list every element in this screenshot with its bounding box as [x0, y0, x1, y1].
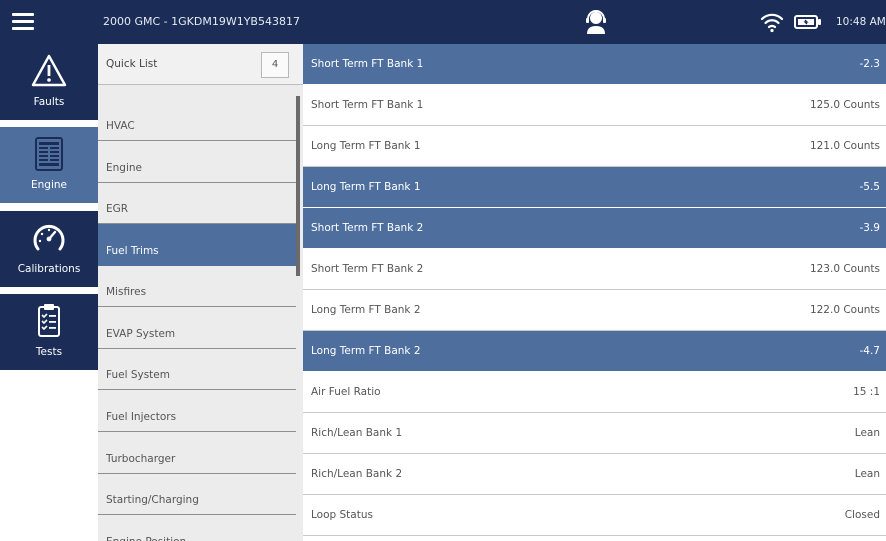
category-item-egr[interactable]: EGR [98, 182, 296, 224]
nav-calibrations[interactable]: Calibrations [0, 211, 98, 289]
parameter-row[interactable]: Short Term FT Bank 1 125.0 Counts [303, 85, 886, 126]
parameter-row[interactable]: Long Term FT Bank 2 122.0 Counts [303, 290, 886, 331]
parameter-value: -5.5 [859, 181, 881, 193]
gauge-icon [33, 224, 65, 251]
category-item-fuel-injectors[interactable]: Fuel Injectors [98, 390, 296, 432]
parameter-value: -2.3 [859, 58, 881, 70]
quick-list[interactable]: Quick List 4 [98, 44, 303, 85]
category-item-evap-system[interactable]: EVAP System [98, 307, 296, 349]
parameter-value: -4.7 [859, 345, 881, 357]
category-item-fuel-trims[interactable]: Fuel Trims [98, 224, 296, 266]
parameter-row[interactable]: Long Term FT Bank 1 -5.5 [303, 167, 886, 208]
nav-label: Faults [33, 96, 65, 108]
parameter-name: Long Term FT Bank 1 [311, 140, 421, 152]
parameter-value: Lean [854, 427, 880, 439]
parameter-value: 15 :1 [853, 386, 880, 398]
category-item-turbocharger[interactable]: Turbocharger [98, 432, 296, 474]
headset-agent-icon[interactable] [583, 9, 609, 35]
parameter-name: Short Term FT Bank 2 [311, 263, 424, 275]
nav-label: Tests [35, 346, 63, 358]
parameter-value: Lean [854, 468, 880, 480]
parameter-name: Rich/Lean Bank 2 [311, 468, 403, 480]
clipboard-checklist-icon [38, 304, 60, 337]
parameter-name: Short Term FT Bank 1 [311, 58, 424, 70]
parameter-row[interactable]: Long Term FT Bank 1 121.0 Counts [303, 126, 886, 167]
parameter-value: Closed [844, 509, 880, 521]
wifi-icon [760, 13, 784, 33]
parameter-row[interactable]: Short Term FT Bank 2 123.0 Counts [303, 249, 886, 290]
parameter-row[interactable]: Long Term FT Bank 2 -4.7 [303, 331, 886, 372]
quick-list-count-button[interactable]: 4 [261, 52, 289, 78]
quick-list-label: Quick List [106, 58, 158, 70]
nav-faults[interactable]: Faults [0, 44, 98, 122]
hamburger-menu-icon[interactable] [10, 9, 36, 35]
parameter-value: 121.0 Counts [809, 140, 880, 152]
parameter-name: Long Term FT Bank 2 [311, 304, 421, 316]
parameter-row[interactable]: Rich/Lean Bank 1 Lean [303, 413, 886, 454]
category-item-engine-position[interactable]: Engine Position [98, 515, 296, 541]
nav-label: Engine [31, 179, 67, 191]
parameter-value: 122.0 Counts [809, 304, 880, 316]
parameter-name: Short Term FT Bank 1 [311, 99, 424, 111]
category-item-hvac[interactable]: HVAC [98, 99, 296, 141]
warning-triangle-icon [31, 54, 67, 87]
parameter-row[interactable]: Short Term FT Bank 1 -2.3 [303, 44, 886, 85]
nav-label: Calibrations [17, 263, 81, 275]
main-nav: Faults Engine Calibrations Tests [0, 44, 98, 541]
parameter-value: -3.9 [859, 222, 881, 234]
parameter-name: Short Term FT Bank 2 [311, 222, 424, 234]
parameter-row[interactable]: Rich/Lean Bank 2 Lean [303, 454, 886, 495]
category-item-engine[interactable]: Engine [98, 141, 296, 183]
parameter-name: Long Term FT Bank 2 [311, 345, 421, 357]
clock: 10:48 AM [836, 16, 886, 28]
parameter-name: Long Term FT Bank 1 [311, 181, 421, 193]
category-item-fuel-system[interactable]: Fuel System [98, 348, 296, 390]
category-list: Quick List 4 HVAC Engine EGR Fuel Trims … [98, 44, 303, 541]
parameter-value: 125.0 Counts [809, 99, 880, 111]
nav-tests[interactable]: Tests [0, 294, 98, 372]
parameter-row[interactable]: Loop Status Closed [303, 495, 886, 536]
top-bar: 2000 GMC - 1GKDM19W1YB543817 10:48 AM [0, 0, 886, 44]
battery-icon [794, 15, 821, 29]
parameter-row[interactable]: Short Term FT Bank 2 -3.9 [303, 208, 886, 249]
engine-data-list-icon [35, 137, 63, 171]
parameter-name: Loop Status [311, 509, 373, 521]
vehicle-info: 2000 GMC - 1GKDM19W1YB543817 [103, 15, 300, 28]
parameter-value: 123.0 Counts [809, 263, 880, 275]
category-item-starting-charging[interactable]: Starting/Charging [98, 473, 296, 515]
parameter-name: Air Fuel Ratio [311, 386, 381, 398]
nav-engine[interactable]: Engine [0, 127, 98, 205]
parameter-name: Rich/Lean Bank 1 [311, 427, 403, 439]
category-scrollbar[interactable] [296, 96, 300, 276]
scan-tool-app: 2000 GMC - 1GKDM19W1YB543817 10:48 AM Fa… [0, 0, 886, 541]
parameter-row[interactable]: Air Fuel Ratio 15 :1 [303, 372, 886, 413]
parameter-list: Short Term FT Bank 1 -2.3 Short Term FT … [303, 44, 886, 541]
category-item-misfires[interactable]: Misfires [98, 265, 296, 307]
